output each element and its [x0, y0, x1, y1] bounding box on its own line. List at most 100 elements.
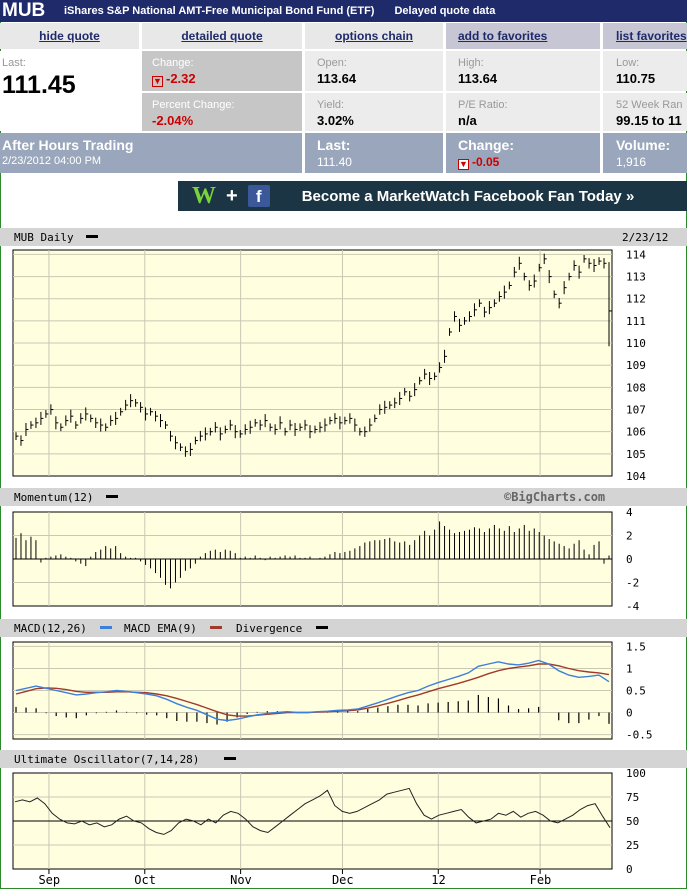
momentum-panel-title: Momentum(12) [14, 491, 93, 504]
y-tick-label: 107 [626, 404, 646, 417]
quote-nav: hide quote detailed quote options chain … [0, 23, 687, 49]
after-hours-change-label: Change: [458, 137, 514, 153]
after-hours-heading-cell: After Hours Trading 2/23/2012 04:00 PM [0, 133, 302, 173]
chart-svg: MUB Daily 2/23/12104105106107108109110111… [0, 228, 687, 887]
y-tick-label: -2 [626, 577, 639, 590]
change-value: -2.32 [166, 71, 196, 86]
y-tick-label: -0.5 [626, 729, 653, 742]
last-price-cell: Last: 111.45 [0, 51, 139, 131]
y-tick-label: 2 [626, 530, 633, 543]
after-hours-last-value: 111.40 [317, 155, 352, 169]
price-panel-title: MUB Daily [14, 231, 74, 244]
yield-cell: Yield: 3.02% [305, 93, 443, 131]
y-tick-label: 111 [626, 315, 646, 328]
options-chain-link[interactable]: options chain [305, 23, 443, 49]
y-tick-label: 1 [626, 662, 633, 675]
y-tick-label: 4 [626, 506, 633, 519]
pe-ratio-value: n/a [458, 113, 477, 128]
open-value: 113.64 [317, 71, 357, 86]
macd-ema-legend-label: MACD EMA(9) [124, 622, 197, 635]
x-tick-label: 12 [431, 873, 445, 887]
facebook-fan-banner[interactable]: W + f Become a MarketWatch Facebook Fan … [178, 181, 687, 211]
y-tick-label: 100 [626, 767, 646, 780]
title-bar: MUB iShares S&P National AMT-Free Munici… [0, 0, 687, 22]
y-tick-label: 105 [626, 448, 646, 461]
y-tick-label: 1.5 [626, 640, 646, 653]
y-tick-label: 104 [626, 470, 646, 483]
y-tick-label: 114 [626, 248, 646, 261]
yield-value: 3.02% [317, 113, 354, 128]
y-tick-label: 112 [626, 293, 646, 306]
fund-name: iShares S&P National AMT-Free Municipal … [64, 5, 375, 17]
x-tick-label: Nov [230, 873, 252, 887]
marketwatch-logo-icon: W [192, 183, 216, 209]
y-tick-label: 0 [626, 553, 633, 566]
banner-text: Become a MarketWatch Facebook Fan Today … [301, 187, 635, 205]
price-panel-date: 2/23/12 [622, 231, 668, 244]
low-cell: Low: 110.75 [603, 51, 687, 91]
high-value: 113.64 [458, 71, 498, 86]
percent-change-value: -2.04% [152, 113, 194, 128]
panel-header-bar [0, 228, 687, 246]
y-tick-label: 0 [626, 707, 633, 720]
after-hours-volume-label: Volume: [616, 137, 671, 153]
after-hours-change-cell: Change: ▼ -0.05 [446, 133, 600, 173]
macd-ema-legend-swatch [210, 626, 222, 629]
after-hours-last-cell: Last: 111.40 [305, 133, 443, 173]
down-arrow-icon: ▼ [458, 159, 469, 170]
detailed-quote-link[interactable]: detailed quote [142, 23, 302, 49]
ticker-symbol: MUB [2, 0, 46, 21]
x-tick-label: Sep [38, 873, 60, 887]
52-week-range-cell: 52 Week Ran 99.15 to 11 [603, 93, 687, 131]
after-hours-volume-cell: Volume: 1,916 [603, 133, 687, 173]
facebook-icon: f [247, 185, 270, 207]
percent-change-label: Percent Change: [152, 99, 235, 111]
x-tick-label: Feb [530, 873, 552, 887]
after-hours-volume-value: 1,916 [616, 155, 647, 169]
list-favorites-link[interactable]: list favorites [603, 23, 687, 49]
legend-swatch [106, 495, 118, 498]
y-tick-label: 0.5 [626, 685, 646, 698]
macd-panel-title: MACD(12,26) [14, 622, 87, 635]
stock-chart: MUB Daily 2/23/12 104 105 106 107 108 109 110 111… [0, 226, 687, 889]
after-hours-last-label: Last: [317, 137, 351, 153]
high-cell: High: 113.64 [446, 51, 600, 91]
percent-change-cell: Percent Change: -2.04% [142, 93, 302, 131]
change-cell: Change: ▼ -2.32 [142, 51, 302, 91]
open-label: Open: [317, 57, 347, 69]
y-tick-label: 0 [626, 863, 633, 876]
after-hours-change-value: -0.05 [472, 155, 500, 169]
y-tick-label: 113 [626, 271, 646, 284]
low-label: Low: [616, 57, 640, 69]
y-tick-label: 109 [626, 359, 646, 372]
52-week-range-value: 99.15 to 11 [616, 113, 682, 128]
panel-plot-area [12, 249, 613, 477]
bigcharts-watermark: ©BigCharts.com [504, 490, 605, 504]
legend-swatch [224, 757, 236, 760]
x-tick-label: Oct [134, 873, 156, 887]
after-hours-title: After Hours Trading [2, 137, 134, 153]
y-tick-label: 75 [626, 791, 639, 804]
divergence-legend-swatch [316, 626, 328, 629]
52-week-range-label: 52 Week Ran [616, 99, 683, 111]
add-to-favorites-link[interactable]: add to favorites [446, 23, 600, 49]
change-label: Change: [152, 57, 194, 69]
hide-quote-link[interactable]: hide quote [0, 23, 139, 49]
y-tick-label: 108 [626, 381, 646, 394]
divergence-legend-label: Divergence [236, 622, 302, 635]
y-tick-label: -4 [626, 600, 640, 613]
down-arrow-icon: ▼ [152, 76, 163, 87]
y-tick-label: 110 [626, 337, 646, 350]
yield-label: Yield: [317, 99, 345, 111]
pe-ratio-cell: P/E Ratio: n/a [446, 93, 600, 131]
delay-note: Delayed quote data [394, 5, 496, 17]
x-tick-label: Dec [332, 873, 354, 887]
after-hours-timestamp: 2/23/2012 04:00 PM [2, 155, 102, 167]
high-label: High: [458, 57, 484, 69]
y-tick-label: 106 [626, 426, 646, 439]
macd-legend-swatch [100, 626, 112, 629]
y-tick-label: 25 [626, 839, 639, 852]
open-cell: Open: 113.64 [305, 51, 443, 91]
pe-ratio-label: P/E Ratio: [458, 99, 508, 111]
last-price: 111.45 [2, 71, 76, 99]
